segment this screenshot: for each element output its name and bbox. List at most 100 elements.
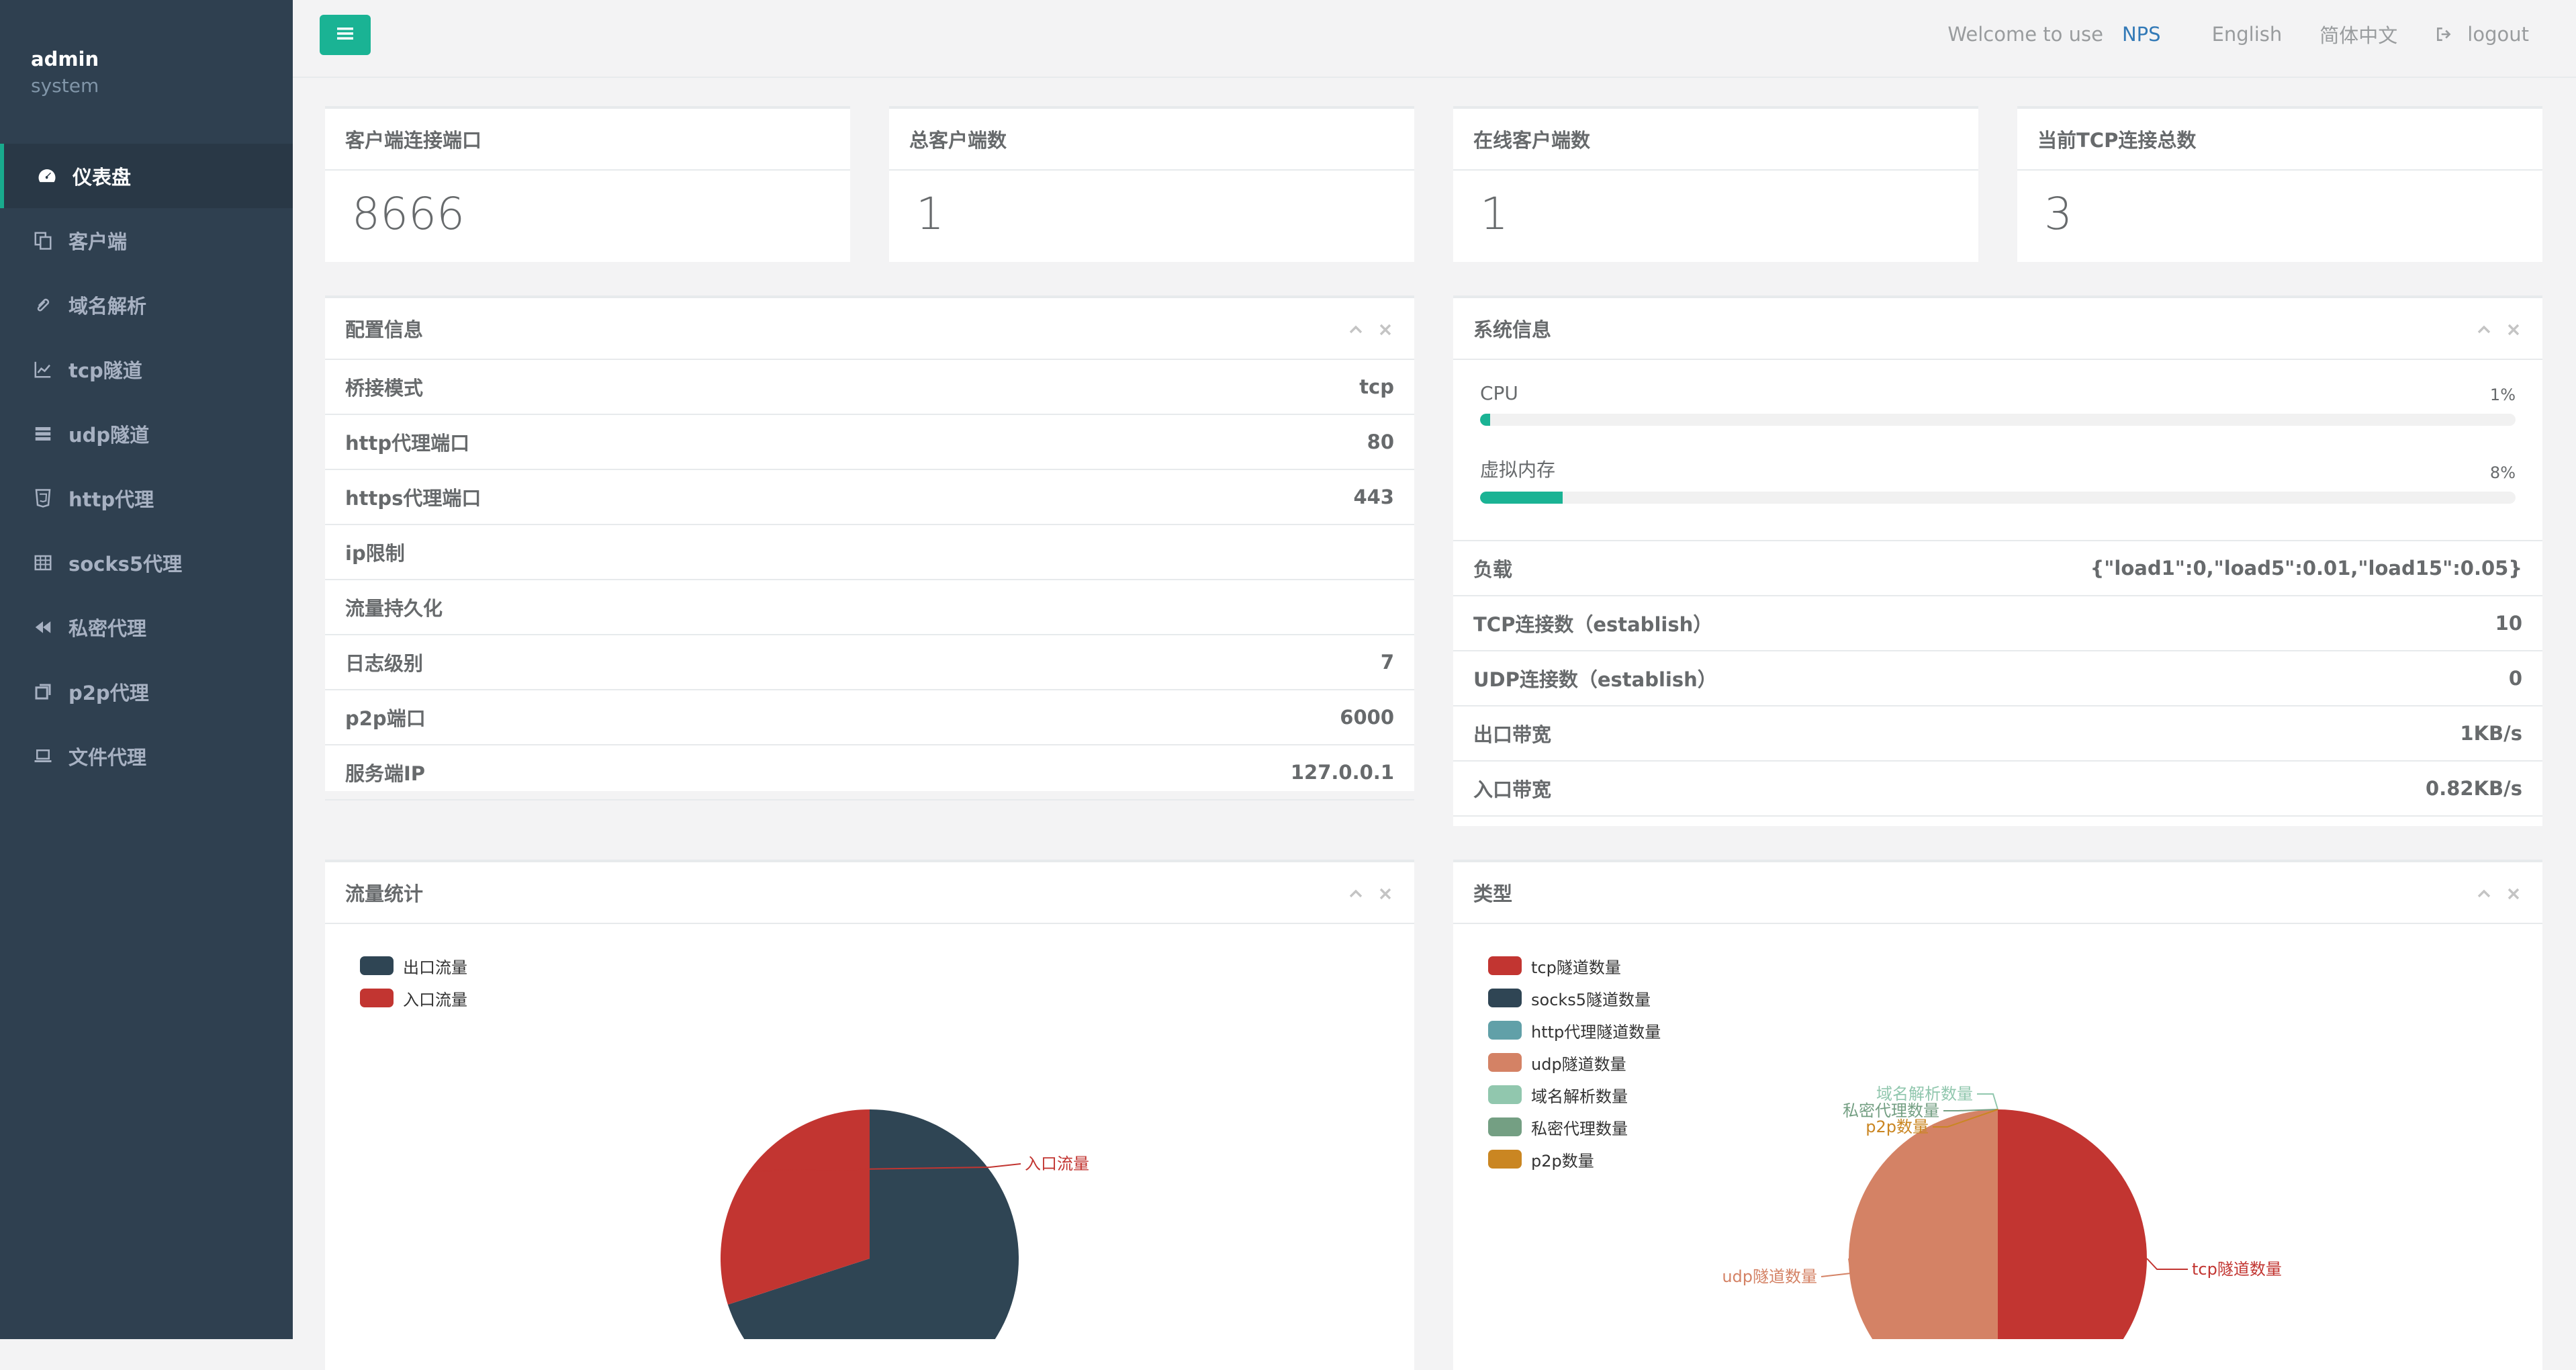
info-label: ip限制	[345, 542, 405, 565]
cpu-label: CPU	[1480, 382, 1518, 404]
sidebar-item-http[interactable]: http代理	[0, 466, 293, 531]
sidebar-item-p2p[interactable]: p2p代理	[0, 659, 293, 724]
sidebar-item-tcp[interactable]: tcp隧道	[0, 337, 293, 402]
system-info-panel: 系统信息 CPU 1% 虚拟内存 8% 负载 {"load1":0,"load5"…	[1453, 295, 2542, 826]
label-line	[1977, 1093, 1998, 1110]
sidebar-item-clients[interactable]: 客户端	[0, 208, 293, 273]
sidebar-item-label: tcp隧道	[68, 359, 142, 382]
brand-link[interactable]: NPS	[2122, 23, 2161, 46]
line-chart-icon	[32, 359, 54, 380]
stat-box-total-clients: 总客户端数 1	[889, 106, 1414, 262]
info-label: http代理端口	[345, 432, 470, 455]
info-label: p2p端口	[345, 707, 426, 730]
collapse-icon[interactable]	[1347, 321, 1365, 338]
stat-title: 总客户端数	[889, 109, 1414, 171]
language-chinese-link[interactable]: 简体中文	[2319, 20, 2397, 48]
info-row: 入口带宽 0.82KB/s	[1453, 762, 2542, 817]
slice-label: 入口流量	[1025, 1154, 1089, 1173]
info-value: 0	[2508, 667, 2522, 690]
stat-box-online-clients: 在线客户端数 1	[1453, 106, 1978, 262]
info-label: 入口带宽	[1473, 778, 1552, 801]
panel-tools	[2463, 321, 2522, 338]
close-icon[interactable]	[1377, 321, 1394, 338]
config-info-panel: 配置信息 桥接模式 tcp http代理端口 80 https代理端口 443 ip限制流量…	[325, 295, 1414, 801]
sidebar-item-udp[interactable]: udp隧道	[0, 402, 293, 466]
pie-slice[interactable]	[1849, 1109, 1998, 1339]
sidebar-item-file[interactable]: 文件代理	[0, 724, 293, 788]
table-icon	[32, 552, 54, 574]
info-label: 服务端IP	[345, 762, 426, 785]
info-row: ip限制	[325, 525, 1414, 580]
sidebar-item-dashboard[interactable]: 仪表盘	[0, 144, 293, 208]
system-list: 负载 {"load1":0,"load5":0.01,"load15":0.05}…	[1453, 541, 2542, 817]
info-row: TCP连接数（establish） 10	[1453, 596, 2542, 651]
info-row: http代理端口 80	[325, 415, 1414, 470]
top-right-links: Welcome to use NPS English 简体中文 logout	[1947, 20, 2529, 48]
info-value: {"load1":0,"load5":0.01,"load15":0.05}	[2090, 557, 2522, 580]
memory-progress-header: 虚拟内存 8%	[1480, 453, 2516, 482]
info-label: UDP连接数（establish）	[1473, 668, 1717, 691]
resource-usage: CPU 1% 虚拟内存 8%	[1453, 360, 2542, 541]
memory-progress-bar	[1480, 492, 2516, 504]
cpu-progress-bar	[1480, 414, 2516, 426]
collapse-icon[interactable]	[2475, 321, 2493, 338]
info-value: 7	[1380, 651, 1394, 674]
stat-value: 1	[1480, 188, 1508, 240]
info-value: 80	[1367, 430, 1394, 453]
info-label: 流量持久化	[345, 597, 443, 620]
info-row: 日志级别 7	[325, 635, 1414, 690]
types-pie-chart: tcp隧道数量udp隧道数量域名解析数量私密代理数量p2p数量	[1722, 1085, 2282, 1339]
clone-icon	[32, 681, 54, 702]
language-english-link[interactable]: English	[2212, 23, 2283, 46]
sidebar-item-domain[interactable]: 域名解析	[0, 273, 293, 337]
info-row: https代理端口 443	[325, 470, 1414, 525]
sidebar-nav: 仪表盘 客户端 域名解析 tcp隧道 udp隧道 http代理 socks5代理…	[0, 144, 293, 788]
info-value: 6000	[1340, 706, 1394, 729]
slice-label: tcp隧道数量	[2192, 1260, 2282, 1279]
info-label: 桥接模式	[345, 377, 424, 400]
sidebar-item-label: socks5代理	[68, 553, 183, 576]
panel-tools	[1335, 321, 1394, 338]
toggle-sidebar-button[interactable]	[320, 15, 371, 55]
label-line	[2146, 1258, 2188, 1270]
info-label: 出口带宽	[1473, 723, 1552, 746]
stat-title: 客户端连接端口	[325, 109, 850, 171]
user-profile[interactable]: admin system	[31, 46, 99, 99]
info-row: p2p端口 6000	[325, 690, 1414, 745]
logout-link[interactable]: logout	[2435, 23, 2529, 46]
info-label: 负载	[1473, 558, 1513, 581]
sidebar-item-label: udp隧道	[68, 424, 150, 447]
sidebar-item-socks5[interactable]: socks5代理	[0, 531, 293, 595]
label-line	[1821, 1258, 1852, 1277]
info-value: 10	[2495, 612, 2522, 635]
user-name: admin	[31, 48, 99, 71]
sidebar-item-private[interactable]: 私密代理	[0, 595, 293, 659]
close-icon[interactable]	[2505, 321, 2522, 338]
backward-icon	[32, 616, 54, 638]
slice-label: p2p数量	[1866, 1117, 1929, 1136]
info-value: 0.82KB/s	[2426, 777, 2522, 800]
laptop-icon	[32, 745, 54, 767]
pie-slice[interactable]	[1998, 1109, 2147, 1339]
stat-title: 当前TCP连接总数	[2017, 109, 2542, 171]
panel-title: 配置信息	[345, 318, 424, 341]
traffic-chart-panel: 流量统计 出口流量 入口流量 入口流量	[325, 860, 1414, 1370]
info-row: 流量持久化	[325, 580, 1414, 635]
traffic-pie-chart: 入口流量	[721, 1109, 1089, 1339]
cpu-progress-fill	[1480, 414, 1491, 426]
system-info-title: 系统信息	[1453, 298, 2542, 360]
stat-value: 3	[2044, 188, 2072, 240]
stat-title: 在线客户端数	[1453, 109, 1978, 171]
stat-value: 8666	[352, 188, 465, 240]
dashboard-icon	[36, 165, 58, 187]
info-value: tcp	[1359, 375, 1394, 398]
config-list: 桥接模式 tcp http代理端口 80 https代理端口 443 ip限制流量持久化日志…	[325, 360, 1414, 801]
sidebar-item-label: 文件代理	[68, 746, 147, 769]
server-icon	[32, 423, 54, 445]
sidebar-item-label: 仪表盘	[73, 166, 132, 189]
sidebar-item-label: p2p代理	[68, 682, 149, 704]
stat-box-client-port: 客户端连接端口 8666	[325, 106, 850, 262]
sidebar-item-label: http代理	[68, 488, 154, 511]
cpu-progress-header: CPU 1%	[1480, 375, 2516, 404]
memory-progress-fill	[1480, 492, 1563, 504]
